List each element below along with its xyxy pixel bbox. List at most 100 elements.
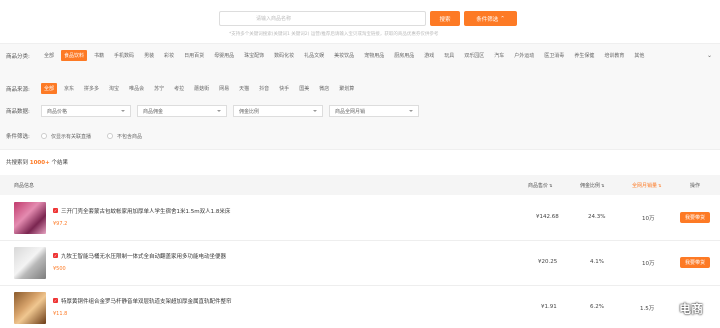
result-suffix: 个结果	[51, 160, 68, 166]
search-input[interactable]: 请输入商品名称	[219, 11, 426, 26]
advanced-filter-button[interactable]: 条件筛选 ⌃	[464, 11, 517, 26]
category-chip[interactable]: 食品饮料	[61, 50, 88, 61]
category-chip[interactable]: 游戏	[421, 50, 437, 61]
filter-select[interactable]: 佣金比例	[233, 105, 323, 117]
data-row: 商品数据: 商品价格 商品佣金 佣金比例 商品全网月销	[6, 105, 425, 117]
category-chip[interactable]: 宠物用品	[361, 50, 387, 61]
search-hint: *支持多个关键词搜索(关键词1 关键词2) 运营/推荐后请输入宝贝或淘宝链接，获…	[229, 32, 439, 37]
result-prefix: 共搜索到	[6, 160, 29, 166]
source-chip[interactable]: 京东	[61, 83, 77, 94]
filter-select-label: 商品全网月销	[335, 108, 366, 115]
commission-ratio: 4.1%	[590, 259, 604, 265]
search-button[interactable]: 搜索	[430, 11, 460, 26]
source-chip[interactable]: 快手	[276, 83, 292, 94]
source-chip[interactable]: 考拉	[171, 83, 187, 94]
checkbox-icon[interactable]: ✓	[53, 253, 58, 258]
category-chip[interactable]: 彩妆	[161, 50, 177, 61]
category-chip[interactable]: 礼品文娱	[301, 50, 327, 61]
category-chip[interactable]: 养生保健	[571, 50, 597, 61]
header-ratio[interactable]: 佣金比例⇅	[580, 182, 604, 189]
commission-ratio: 24.3%	[588, 214, 606, 220]
category-chip[interactable]: 玩具	[441, 50, 457, 61]
product-thumbnail[interactable]	[14, 247, 46, 279]
radio-label: 仅显示有关联直播	[51, 133, 92, 140]
source-chip[interactable]: 淘宝	[106, 83, 122, 94]
radio-list: 仅显示有关联直播 不包含商品	[41, 133, 158, 140]
product-title[interactable]: 三开门壳全套蒙古包蚊帐家用加厚单人学生宿舍1米1.5m双人1.8米床	[61, 207, 230, 215]
promote-button[interactable]: 我要带货	[680, 212, 710, 223]
source-chip[interactable]: 国美	[296, 83, 312, 94]
result-count: 共搜索到 1000+ 个结果	[6, 158, 68, 166]
category-chip[interactable]: 厨房用品	[391, 50, 417, 61]
sort-icon: ⇅	[658, 182, 662, 188]
checkbox-icon[interactable]: ✓	[53, 298, 58, 303]
source-chip[interactable]: 蘑菇街	[191, 83, 212, 94]
advanced-filter-label: 条件筛选	[476, 16, 499, 23]
source-chip[interactable]: 聚划算	[336, 83, 357, 94]
caret-down-icon	[217, 110, 221, 112]
header-sales[interactable]: 全网月销量⇅	[632, 182, 661, 189]
radio-circle-icon	[41, 133, 47, 139]
select-list: 商品价格 商品佣金 佣金比例 商品全网月销	[41, 105, 425, 117]
source-list: 全部 京东 拼多多 淘宝 唯品会 苏宁 考拉 蘑菇街 网易 天猫 抖音 快手 国美 微店 聚划算	[41, 83, 361, 94]
filter-select[interactable]: 商品佣金	[137, 105, 227, 117]
table-row: ✓ 九牧王智能马桶无水压限制一体式全自动翻盖家用多功能电动坐便器 ¥500 ¥2…	[0, 241, 720, 286]
category-chip[interactable]: 户外运动	[511, 50, 537, 61]
product-title[interactable]: 特厚黄铜件组合金罗马杆静音单双层轨道支架超加厚金属直轨配件整帘	[61, 297, 232, 305]
promote-button[interactable]: 我要带货	[680, 257, 710, 268]
category-chip[interactable]: 数码化妆	[271, 50, 297, 61]
watermark: 电商	[679, 302, 704, 316]
category-chip[interactable]: 日用百货	[181, 50, 207, 61]
category-chip[interactable]: 其他	[631, 50, 647, 61]
source-chip[interactable]: 拼多多	[81, 83, 102, 94]
caret-down-icon	[121, 110, 125, 112]
source-chip[interactable]: 天猫	[236, 83, 252, 94]
sort-icon: ⇅	[549, 182, 553, 188]
caret-down-icon	[409, 110, 413, 112]
source-chip[interactable]: 苏宁	[151, 83, 167, 94]
checkbox-icon[interactable]: ✓	[53, 208, 58, 213]
category-chip[interactable]: 珠宝配饰	[241, 50, 267, 61]
radio-label: 不包含商品	[117, 133, 143, 140]
filter-radio[interactable]: 仅显示有关联直播	[41, 133, 91, 140]
category-chip[interactable]: 母婴用品	[211, 50, 237, 61]
product-thumbnail[interactable]	[14, 292, 46, 324]
condition-row: 条件筛选: 仅显示有关联直播 不包含商品	[6, 132, 158, 140]
category-chip[interactable]: 男装	[141, 50, 157, 61]
filter-radio[interactable]: 不包含商品	[107, 133, 142, 140]
source-chip[interactable]: 微店	[316, 83, 332, 94]
table-row: ✓ 三开门壳全套蒙古包蚊帐家用加厚单人学生宿舍1米1.5m双人1.8米床 ¥97…	[0, 196, 720, 241]
category-chip[interactable]: 双乐园区	[461, 50, 487, 61]
category-chip[interactable]: 美妆饮品	[331, 50, 357, 61]
source-chip[interactable]: 网易	[216, 83, 232, 94]
header-info: 商品信息	[14, 182, 35, 189]
source-chip[interactable]: 唯品会	[126, 83, 147, 94]
header-price-label: 商品售价	[528, 182, 549, 189]
product-price: ¥500	[53, 266, 66, 272]
product-title[interactable]: 九牧王智能马桶无水压限制一体式全自动翻盖家用多功能电动坐便器	[61, 252, 226, 260]
category-chip[interactable]: 全部	[41, 50, 57, 61]
filter-panel: 商品分类: 全部 食品饮料 书籍 手机数码 男装 彩妆 日用百货 母婴用品 珠宝配饰 数码化妆 礼品…	[0, 43, 720, 150]
product-thumbnail[interactable]	[14, 202, 46, 234]
filter-select[interactable]: 商品价格	[41, 105, 131, 117]
monthly-sales: 1.5万	[640, 306, 655, 312]
category-chip[interactable]: 医卫消毒	[541, 50, 567, 61]
monthly-sales: 10万	[642, 261, 655, 267]
commission-ratio: 6.2%	[590, 304, 604, 310]
collapse-chevron-icon[interactable]: ⌄	[707, 52, 712, 59]
category-chip[interactable]: 汽车	[491, 50, 507, 61]
source-chip[interactable]: 全部	[41, 83, 58, 94]
filter-select-label: 商品佣金	[143, 108, 164, 115]
header-action: 操作	[690, 182, 701, 189]
product-price: ¥97.2	[53, 221, 68, 227]
filter-select[interactable]: 商品全网月销	[329, 105, 419, 117]
category-chip[interactable]: 培训教育	[601, 50, 627, 61]
source-chip[interactable]: 抖音	[256, 83, 272, 94]
category-chip[interactable]: 手机数码	[111, 50, 137, 61]
category-chip[interactable]: 书籍	[91, 50, 107, 61]
header-sales-label: 全网月销量	[632, 182, 658, 189]
table-header: 商品信息 商品售价⇅ 佣金比例⇅ 全网月销量⇅ 操作	[0, 175, 720, 195]
header-price[interactable]: 商品售价⇅	[528, 182, 552, 189]
sale-price: ¥20.25	[538, 259, 558, 265]
radio-circle-icon	[107, 133, 114, 139]
